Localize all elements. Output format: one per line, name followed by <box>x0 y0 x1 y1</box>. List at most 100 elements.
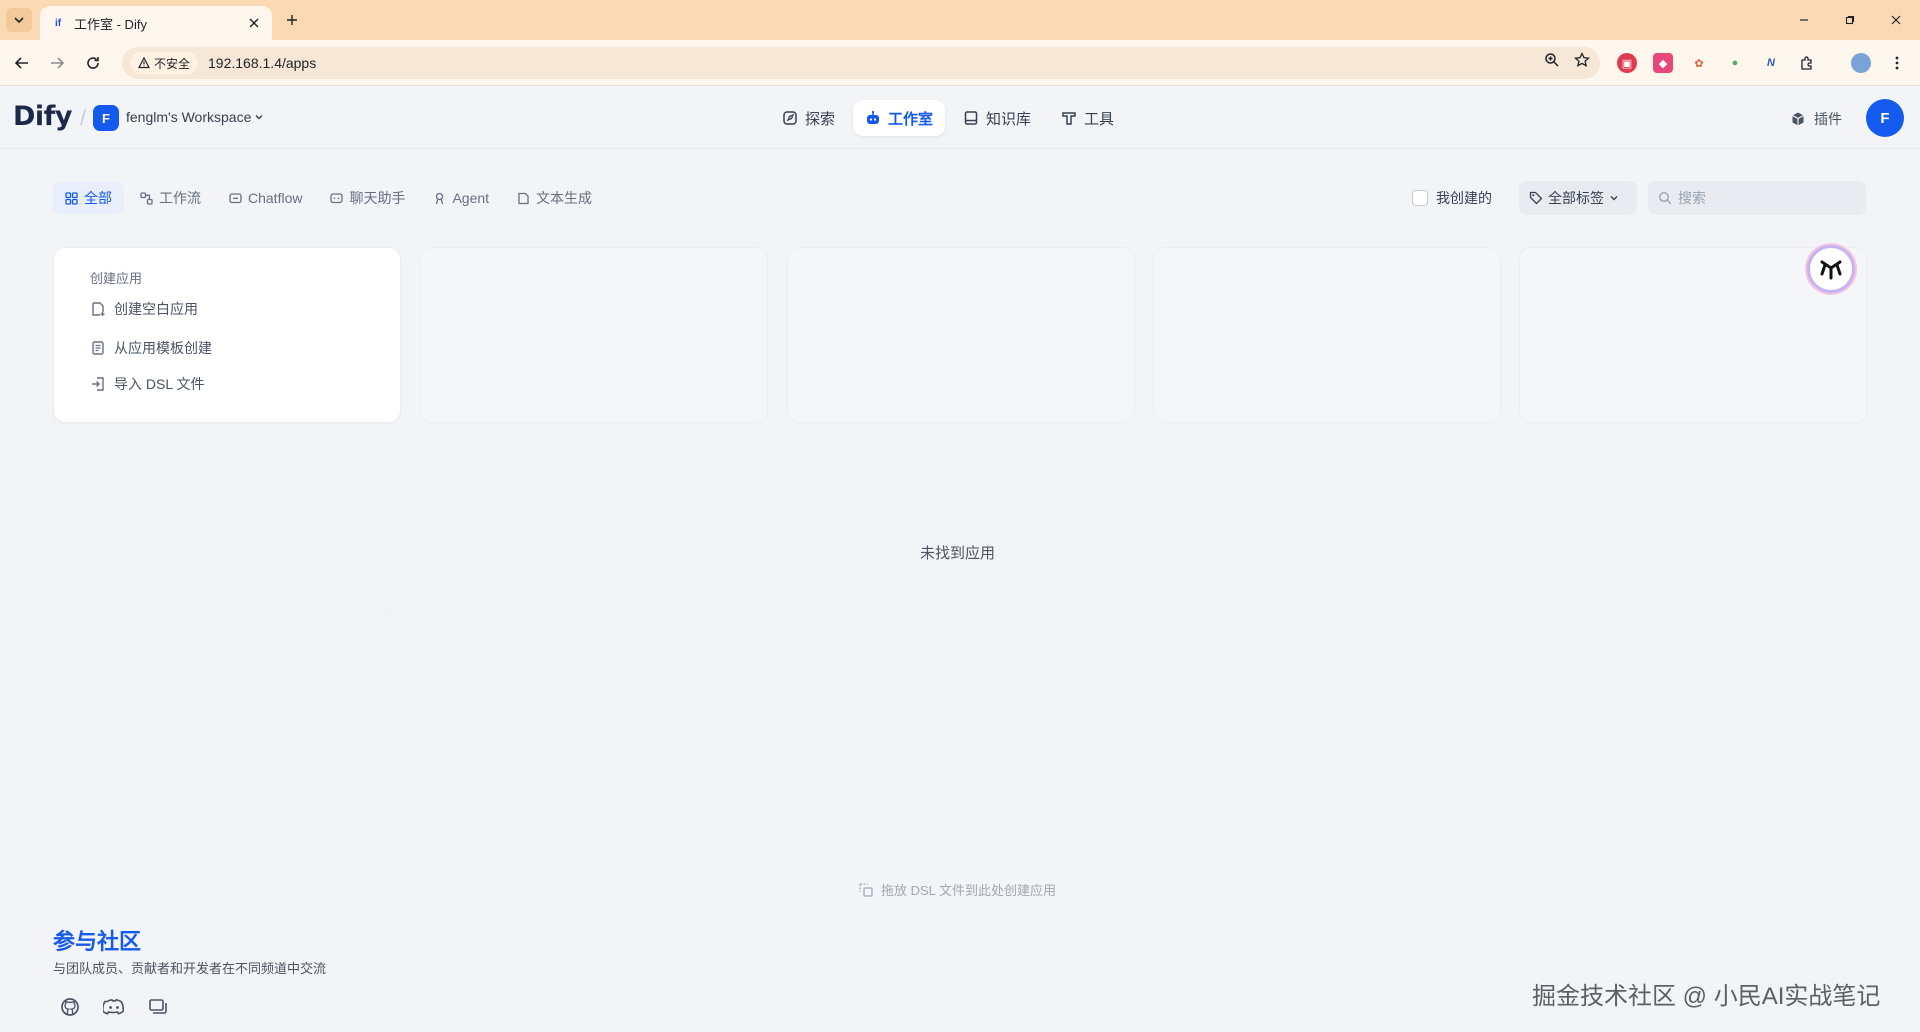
browser-toolbar: 不安全 192.168.1.4/apps ▣ ◆ ✿ ● N <box>0 40 1920 86</box>
tab-text-generation[interactable]: 文本生成 <box>505 182 604 214</box>
warning-icon <box>138 57 150 69</box>
extension-pink-icon[interactable]: ◆ <box>1653 53 1673 73</box>
bookmark-star-icon[interactable] <box>1574 52 1590 68</box>
restore-button[interactable] <box>1840 10 1860 30</box>
extension-fan-icon[interactable]: ✿ <box>1689 53 1709 73</box>
robot-icon <box>865 110 881 126</box>
tab-agent[interactable]: Agent <box>421 182 501 214</box>
security-label: 不安全 <box>154 56 191 71</box>
tag-icon <box>1529 191 1543 205</box>
forward-button[interactable] <box>46 52 68 74</box>
tab-chatflow[interactable]: Chatflow <box>217 182 314 214</box>
placeholder-card <box>787 439 1135 615</box>
import-dsl-button[interactable]: 导入 DSL 文件 <box>90 374 205 394</box>
reload-button[interactable] <box>82 52 104 74</box>
close-tab-icon[interactable] <box>246 15 262 31</box>
create-from-template-label: 从应用模板创建 <box>114 340 212 356</box>
workspace-avatar[interactable]: F <box>93 105 119 131</box>
create-app-title: 创建应用 <box>90 271 143 286</box>
community-title: 参与社区 <box>53 929 142 954</box>
plugins-button[interactable]: 插件 <box>1790 109 1842 129</box>
tab-text-generation-label: 文本生成 <box>536 190 593 206</box>
drop-hint-label: 拖放 DSL 文件到此处创建应用 <box>881 883 1057 898</box>
search-placeholder: 搜索 <box>1678 190 1706 206</box>
plugins-label: 插件 <box>1814 111 1842 127</box>
nav-knowledge[interactable]: 知识库 <box>951 100 1043 136</box>
tab-title: 工作室 - Dify <box>74 16 147 32</box>
empty-state-message: 未找到应用 <box>920 545 996 562</box>
extensions-puzzle-icon[interactable] <box>1797 53 1817 73</box>
placeholder-card <box>1153 439 1501 615</box>
community-subtitle: 与团队成员、贡献者和开发者在不同频道中交流 <box>53 961 327 976</box>
nav-explore-label: 探索 <box>805 110 836 128</box>
tab-all-label: 全部 <box>84 190 112 206</box>
github-icon <box>60 997 80 1017</box>
chevron-down-icon <box>254 112 264 122</box>
nav-explore[interactable]: 探索 <box>770 100 847 136</box>
url-text[interactable]: 192.168.1.4/apps <box>208 55 316 71</box>
file-plus-icon <box>90 301 106 317</box>
tab-chatflow-label: Chatflow <box>248 190 303 206</box>
browser-tab-strip: if 工作室 - Dify <box>0 0 1920 40</box>
workspace-switcher[interactable]: fenglm's Workspace <box>126 109 264 125</box>
tab-chat-assistant-label: 聊天助手 <box>349 190 406 206</box>
app-type-tabs: 全部 工作流 Chatflow 聊天助手 Agent 文本生成 <box>53 182 604 214</box>
placeholder-card <box>787 247 1135 423</box>
tab-agent-label: Agent <box>452 190 490 206</box>
github-link[interactable] <box>57 994 83 1020</box>
user-avatar[interactable]: F <box>1866 99 1904 137</box>
tab-chat-assistant[interactable]: 聊天助手 <box>318 182 417 214</box>
dify-logo[interactable]: Dify <box>13 101 73 132</box>
chat-bubble-icon <box>229 192 242 205</box>
book-icon <box>963 110 979 126</box>
app-header: Dify / F fenglm's Workspace 探索 工作室 知识库 工… <box>0 87 1920 149</box>
grid-icon <box>65 191 78 205</box>
placeholder-card <box>1153 247 1501 423</box>
nav-studio[interactable]: 工作室 <box>853 100 946 136</box>
tag-filter-label: 全部标签 <box>1548 190 1604 206</box>
placeholder-card <box>420 439 768 615</box>
new-tab-button[interactable] <box>282 10 302 30</box>
security-indicator[interactable]: 不安全 <box>130 52 199 74</box>
create-blank-app-label: 创建空白应用 <box>114 301 198 317</box>
forum-link[interactable] <box>145 994 171 1020</box>
zoom-icon[interactable] <box>1544 52 1560 68</box>
compass-icon <box>782 110 798 126</box>
browser-menu-icon[interactable] <box>1887 53 1907 73</box>
message-icon <box>330 192 344 205</box>
tab-workflow[interactable]: 工作流 <box>128 182 213 214</box>
extension-n-icon[interactable]: N <box>1761 53 1781 73</box>
nav-tools[interactable]: 工具 <box>1049 100 1126 136</box>
address-bar[interactable]: 不安全 192.168.1.4/apps <box>122 47 1600 79</box>
extension-shield-icon[interactable]: ▣ <box>1617 53 1637 73</box>
chevron-down-icon <box>1609 193 1619 203</box>
minimize-button[interactable] <box>1794 10 1814 30</box>
plus-icon <box>286 14 298 26</box>
tab-search-button[interactable] <box>6 8 32 32</box>
import-dsl-label: 导入 DSL 文件 <box>114 376 205 392</box>
template-file-icon <box>90 340 106 356</box>
app-search-input[interactable]: 搜索 <box>1648 181 1866 215</box>
tab-all[interactable]: 全部 <box>53 182 124 214</box>
search-icon <box>1658 191 1672 205</box>
created-by-me-filter[interactable]: 我创建的 <box>1412 188 1492 208</box>
document-icon <box>517 192 530 205</box>
create-blank-app-button[interactable]: 创建空白应用 <box>90 299 198 319</box>
create-app-card: 创建应用 创建空白应用 从应用模板创建 导入 DSL 文件 <box>53 247 401 423</box>
profile-avatar-icon[interactable] <box>1851 53 1871 73</box>
assistant-logo-icon <box>1817 255 1845 283</box>
placeholder-card <box>787 632 1135 808</box>
discord-link[interactable] <box>101 994 127 1020</box>
floating-assistant-button[interactable] <box>1807 245 1855 293</box>
created-by-me-checkbox[interactable] <box>1412 190 1428 206</box>
extension-green-dot-icon[interactable]: ● <box>1725 53 1745 73</box>
back-button[interactable] <box>11 52 33 74</box>
browser-tab-active[interactable]: if 工作室 - Dify <box>40 6 272 40</box>
drop-file-icon <box>858 882 874 898</box>
nav-tools-label: 工具 <box>1084 110 1115 128</box>
close-window-button[interactable] <box>1886 10 1906 30</box>
create-from-template-button[interactable]: 从应用模板创建 <box>90 338 212 358</box>
tag-filter-dropdown[interactable]: 全部标签 <box>1519 181 1637 215</box>
placeholder-card <box>53 632 401 808</box>
placeholder-card <box>1153 632 1501 808</box>
